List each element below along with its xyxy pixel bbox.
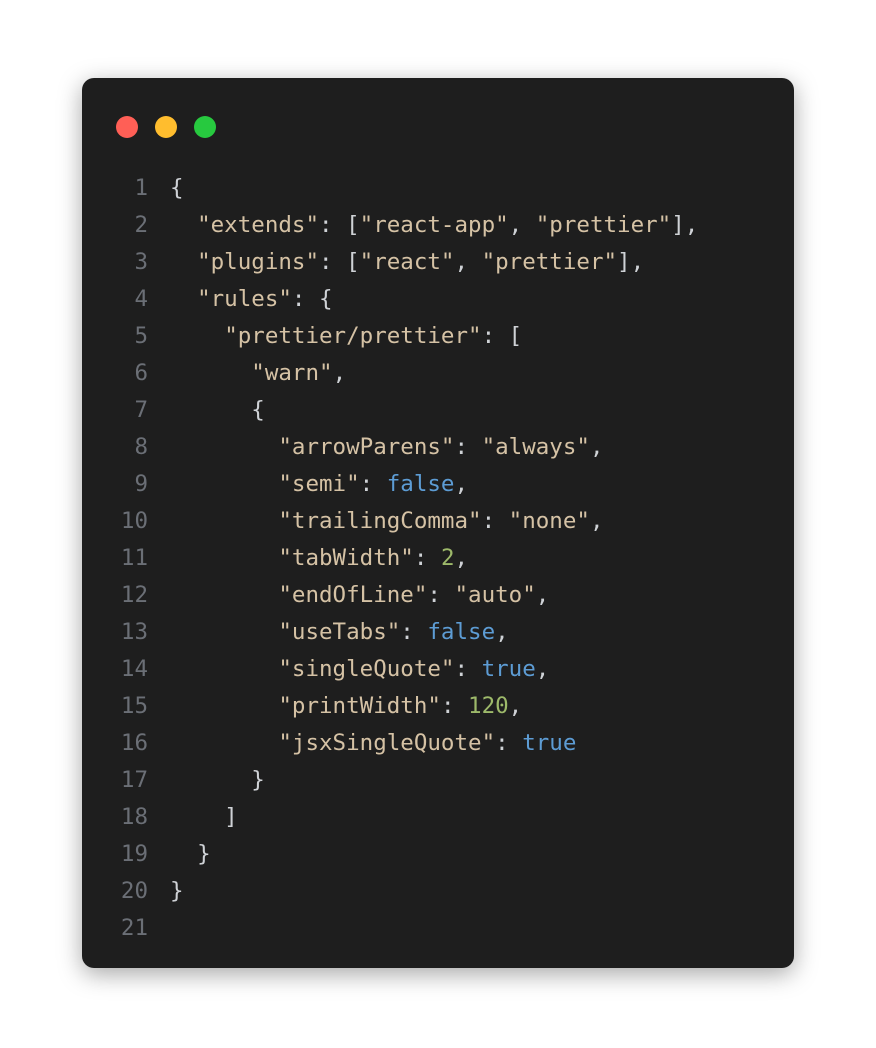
- line-number: 8: [82, 429, 170, 466]
- line-number: 3: [82, 244, 170, 281]
- line-number: 7: [82, 392, 170, 429]
- code-line[interactable]: 9 "semi": false,: [82, 466, 794, 503]
- code-content[interactable]: ]: [170, 799, 238, 836]
- code-content[interactable]: "useTabs": false,: [170, 614, 509, 651]
- code-line[interactable]: 10 "trailingComma": "none",: [82, 503, 794, 540]
- code-line[interactable]: 13 "useTabs": false,: [82, 614, 794, 651]
- code-content[interactable]: "plugins": ["react", "prettier"],: [170, 244, 644, 281]
- code-content[interactable]: "printWidth": 120,: [170, 688, 522, 725]
- line-number: 2: [82, 207, 170, 244]
- code-line[interactable]: 5 "prettier/prettier": [: [82, 318, 794, 355]
- code-content[interactable]: }: [170, 873, 184, 910]
- code-content[interactable]: {: [170, 170, 184, 207]
- line-number: 21: [82, 910, 170, 947]
- line-number: 20: [82, 873, 170, 910]
- code-line[interactable]: 18 ]: [82, 799, 794, 836]
- code-content[interactable]: {: [170, 392, 265, 429]
- code-line[interactable]: 12 "endOfLine": "auto",: [82, 577, 794, 614]
- window-titlebar: [82, 78, 794, 152]
- code-content[interactable]: "singleQuote": true,: [170, 651, 549, 688]
- line-number: 12: [82, 577, 170, 614]
- code-content[interactable]: "endOfLine": "auto",: [170, 577, 549, 614]
- line-number: 4: [82, 281, 170, 318]
- minimize-icon[interactable]: [155, 116, 177, 138]
- code-line[interactable]: 19 }: [82, 836, 794, 873]
- code-line[interactable]: 4 "rules": {: [82, 281, 794, 318]
- line-number: 6: [82, 355, 170, 392]
- code-content[interactable]: }: [170, 762, 265, 799]
- close-icon[interactable]: [116, 116, 138, 138]
- code-line[interactable]: 16 "jsxSingleQuote": true: [82, 725, 794, 762]
- code-line[interactable]: 11 "tabWidth": 2,: [82, 540, 794, 577]
- line-number: 1: [82, 170, 170, 207]
- code-content[interactable]: "trailingComma": "none",: [170, 503, 604, 540]
- line-number: 18: [82, 799, 170, 836]
- line-number: 15: [82, 688, 170, 725]
- code-line[interactable]: 14 "singleQuote": true,: [82, 651, 794, 688]
- code-line[interactable]: 2 "extends": ["react-app", "prettier"],: [82, 207, 794, 244]
- line-number: 19: [82, 836, 170, 873]
- line-number: 17: [82, 762, 170, 799]
- code-content[interactable]: "semi": false,: [170, 466, 468, 503]
- code-line[interactable]: 21: [82, 910, 794, 947]
- code-line[interactable]: 7 {: [82, 392, 794, 429]
- code-content[interactable]: "warn",: [170, 355, 346, 392]
- code-line[interactable]: 15 "printWidth": 120,: [82, 688, 794, 725]
- code-content[interactable]: }: [170, 836, 211, 873]
- code-line[interactable]: 20}: [82, 873, 794, 910]
- code-editor[interactable]: 1{2 "extends": ["react-app", "prettier"]…: [82, 152, 794, 947]
- code-content[interactable]: "prettier/prettier": [: [170, 318, 522, 355]
- code-line[interactable]: 3 "plugins": ["react", "prettier"],: [82, 244, 794, 281]
- maximize-icon[interactable]: [194, 116, 216, 138]
- code-content[interactable]: "jsxSingleQuote": true: [170, 725, 576, 762]
- line-number: 16: [82, 725, 170, 762]
- line-number: 13: [82, 614, 170, 651]
- line-number: 5: [82, 318, 170, 355]
- code-line[interactable]: 17 }: [82, 762, 794, 799]
- code-content[interactable]: "rules": {: [170, 281, 333, 318]
- code-content[interactable]: "arrowParens": "always",: [170, 429, 604, 466]
- code-content[interactable]: "tabWidth": 2,: [170, 540, 468, 577]
- line-number: 11: [82, 540, 170, 577]
- code-line[interactable]: 1{: [82, 170, 794, 207]
- code-content[interactable]: "extends": ["react-app", "prettier"],: [170, 207, 698, 244]
- code-line[interactable]: 8 "arrowParens": "always",: [82, 429, 794, 466]
- code-line[interactable]: 6 "warn",: [82, 355, 794, 392]
- line-number: 9: [82, 466, 170, 503]
- line-number: 10: [82, 503, 170, 540]
- line-number: 14: [82, 651, 170, 688]
- editor-window: 1{2 "extends": ["react-app", "prettier"]…: [82, 78, 794, 968]
